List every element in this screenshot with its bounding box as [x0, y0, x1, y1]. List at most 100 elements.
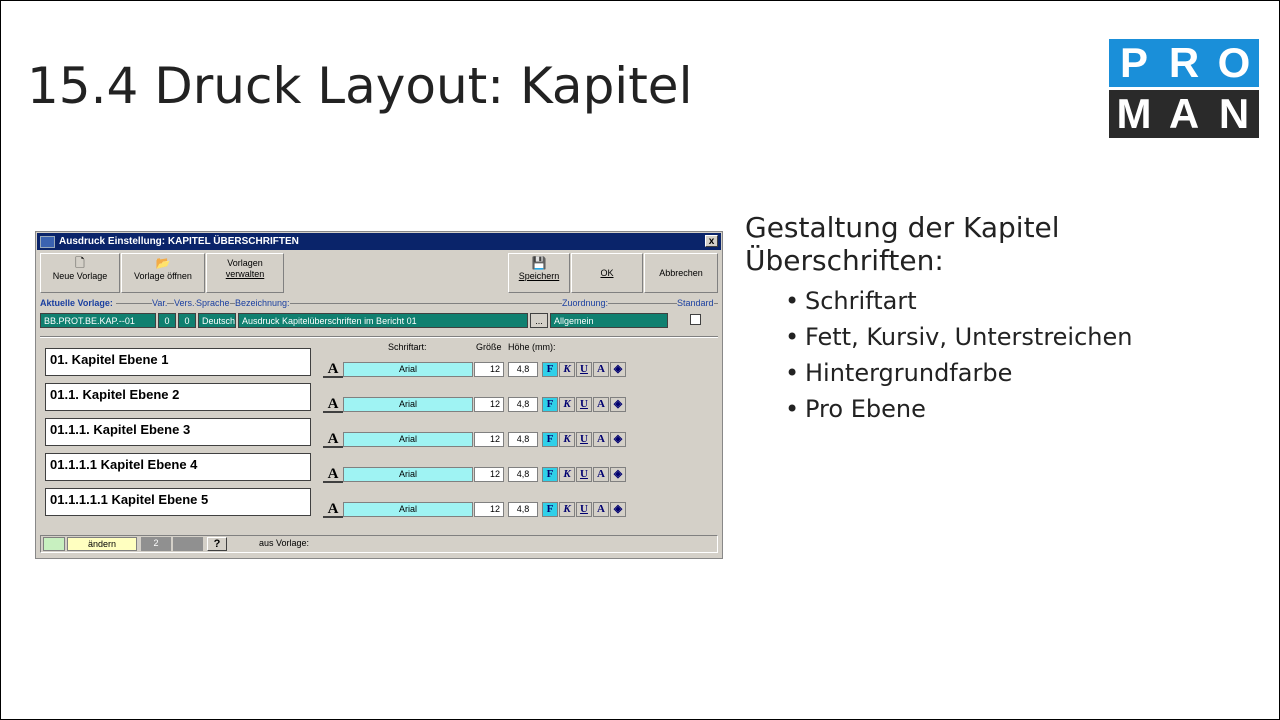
chapter-level-label[interactable]: 01.1. Kapitel Ebene 2	[45, 383, 311, 411]
bold-button[interactable]: F	[542, 397, 558, 412]
chapter-level-label[interactable]: 01. Kapitel Ebene 1	[45, 348, 311, 376]
underline-button[interactable]: U	[576, 362, 592, 377]
dialog-titlebar: Ausdruck Einstellung: KAPITEL ÜBERSCHRIF…	[37, 233, 721, 250]
logo-letter: O	[1217, 39, 1251, 86]
underline-button[interactable]: U	[576, 397, 592, 412]
description-label: Bezeichnung:	[235, 298, 290, 308]
current-template-label: Aktuelle Vorlage:	[40, 298, 116, 308]
font-name-field[interactable]: Arial	[343, 432, 473, 447]
fill-color-button[interactable]: ◈	[610, 397, 626, 412]
font-color-button[interactable]: A	[593, 432, 609, 447]
bullet-item: • Hintergrundfarbe	[785, 359, 1013, 387]
manage-templates-label-1: Vorlagen	[227, 258, 263, 268]
ok-button[interactable]: OK	[571, 253, 643, 293]
cancel-button[interactable]: Abbrechen	[644, 253, 718, 293]
font-color-button[interactable]: A	[593, 467, 609, 482]
font-dialog-button[interactable]: A	[323, 500, 343, 518]
italic-button[interactable]: K	[559, 397, 575, 412]
font-dialog-button[interactable]: A	[323, 465, 343, 483]
bullet-section: Gestaltung der Kapitel Überschriften: • S…	[745, 211, 1165, 427]
font-column-header: Schriftart:	[388, 342, 427, 352]
open-template-label: Vorlage öffnen	[134, 271, 192, 281]
font-height-field[interactable]: 4,8	[508, 432, 538, 447]
chapter-level-label[interactable]: 01.1.1.1.1 Kapitel Ebene 5	[45, 488, 311, 516]
bullet-heading: Gestaltung der Kapitel Überschriften:	[745, 211, 1060, 277]
standard-checkbox[interactable]	[690, 314, 701, 325]
cancel-label: Abbrechen	[659, 268, 703, 278]
italic-button[interactable]: K	[559, 502, 575, 517]
manage-templates-label-2: verwalten	[225, 269, 265, 279]
status-bar: ändern 2 ? aus Vorlage:	[40, 535, 718, 553]
size-column-header: Größe	[476, 342, 502, 352]
bullet-item: • Schriftart	[785, 287, 917, 315]
font-name-field[interactable]: Arial	[343, 397, 473, 412]
fill-color-button[interactable]: ◈	[610, 502, 626, 517]
italic-button[interactable]: K	[559, 362, 575, 377]
font-height-field[interactable]: 4,8	[508, 467, 538, 482]
open-template-button[interactable]: 📂 Vorlage öffnen	[121, 253, 205, 293]
logo-letter: P	[1119, 39, 1148, 86]
font-name-field[interactable]: Arial	[343, 362, 473, 377]
font-dialog-button[interactable]: A	[323, 430, 343, 448]
template-code-field[interactable]: BB.PROT.BE.KAP.--01	[40, 313, 156, 328]
change-count: 2	[141, 537, 171, 551]
close-button[interactable]: x	[705, 235, 718, 247]
bold-button[interactable]: F	[542, 432, 558, 447]
change-button[interactable]: ändern	[67, 537, 137, 551]
font-name-field[interactable]: Arial	[343, 502, 473, 517]
font-dialog-button[interactable]: A	[323, 360, 343, 378]
font-dialog-button[interactable]: A	[323, 395, 343, 413]
logo-bottom-row: M A N	[1109, 90, 1259, 138]
underline-button[interactable]: U	[576, 502, 592, 517]
new-document-icon: 🗋	[75, 256, 85, 270]
chapter-level-label[interactable]: 01.1.1. Kapitel Ebene 3	[45, 418, 311, 446]
save-label: Speichern	[518, 271, 560, 281]
new-template-label: Neue Vorlage	[52, 271, 108, 281]
save-button[interactable]: 💾 Speichern	[508, 253, 570, 293]
font-size-field[interactable]: 12	[474, 397, 504, 412]
vers-field[interactable]: 0	[178, 313, 196, 328]
manage-templates-button[interactable]: Vorlagen verwalten	[206, 253, 284, 293]
app-icon	[40, 236, 55, 248]
font-height-field[interactable]: 4,8	[508, 502, 538, 517]
font-height-field[interactable]: 4,8	[508, 362, 538, 377]
help-button[interactable]: ?	[207, 537, 227, 551]
font-name-field[interactable]: Arial	[343, 467, 473, 482]
assignment-field[interactable]: Allgemein	[550, 313, 668, 328]
font-size-field[interactable]: 12	[474, 467, 504, 482]
bullet-item: • Fett, Kursiv, Unterstreichen	[785, 323, 1133, 351]
browse-button[interactable]: ...	[530, 313, 548, 328]
var-field[interactable]: 0	[158, 313, 176, 328]
font-size-field[interactable]: 12	[474, 432, 504, 447]
font-height-field[interactable]: 4,8	[508, 397, 538, 412]
status-color-swatch	[43, 537, 65, 551]
fill-color-button[interactable]: ◈	[610, 432, 626, 447]
font-color-button[interactable]: A	[593, 502, 609, 517]
italic-button[interactable]: K	[559, 467, 575, 482]
fill-color-button[interactable]: ◈	[610, 467, 626, 482]
chapter-level-label[interactable]: 01.1.1.1 Kapitel Ebene 4	[45, 453, 311, 481]
italic-button[interactable]: K	[559, 432, 575, 447]
bold-button[interactable]: F	[542, 467, 558, 482]
language-field[interactable]: Deutsch	[198, 313, 236, 328]
font-color-button[interactable]: A	[593, 397, 609, 412]
font-color-button[interactable]: A	[593, 362, 609, 377]
slide-title: 15.4 Druck Layout: Kapitel	[27, 57, 693, 115]
bullet-text: Fett, Kursiv, Unterstreichen	[805, 323, 1133, 351]
underline-button[interactable]: U	[576, 467, 592, 482]
bold-button[interactable]: F	[542, 502, 558, 517]
fill-color-button[interactable]: ◈	[610, 362, 626, 377]
from-template-label: aus Vorlage:	[259, 538, 310, 548]
logo-letter: N	[1218, 90, 1250, 137]
logo-letter: M	[1116, 90, 1152, 137]
save-disk-icon: 💾	[531, 256, 547, 270]
section-separator	[40, 336, 718, 338]
underline-button[interactable]: U	[576, 432, 592, 447]
font-size-field[interactable]: 12	[474, 502, 504, 517]
standard-label: Standard	[677, 298, 714, 308]
bullet-text: Schriftart	[805, 287, 917, 315]
bold-button[interactable]: F	[542, 362, 558, 377]
new-template-button[interactable]: 🗋 Neue Vorlage	[40, 253, 120, 293]
font-size-field[interactable]: 12	[474, 362, 504, 377]
description-field[interactable]: Ausdruck Kapitelüberschriften im Bericht…	[238, 313, 528, 328]
